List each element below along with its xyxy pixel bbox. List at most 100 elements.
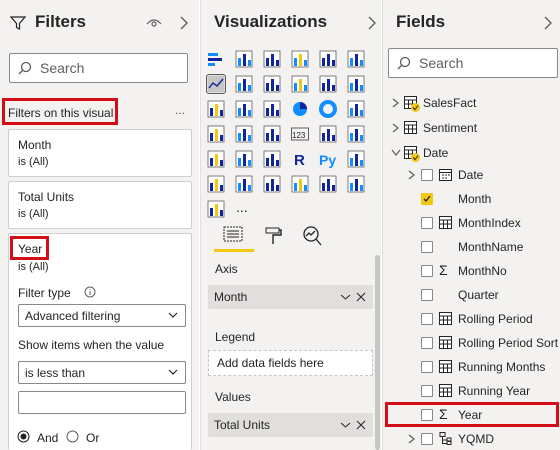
field-date[interactable]: Date <box>383 163 560 187</box>
pie-icon[interactable] <box>291 100 309 118</box>
kpi-icon[interactable] <box>347 125 365 143</box>
collapse-fields-chevron-icon[interactable] <box>543 16 553 30</box>
field-rolling-period-sort[interactable]: Rolling Period Sort <box>383 331 560 355</box>
100-column-icon[interactable] <box>347 50 365 68</box>
map-icon[interactable] <box>207 125 225 143</box>
qa-icon[interactable] <box>235 175 253 193</box>
values-field-well[interactable]: Total Units <box>208 413 373 437</box>
and-radio-selected[interactable] <box>17 430 30 443</box>
field-checkbox[interactable] <box>421 361 433 373</box>
waterfall-icon[interactable] <box>207 100 225 118</box>
filters-title: Filters <box>35 12 87 31</box>
arcgis-icon[interactable] <box>319 175 337 193</box>
field-checkbox[interactable] <box>421 169 433 181</box>
filter-card-total-units[interactable]: Total Units is (All) <box>8 181 192 229</box>
more-visuals-icon[interactable]: ... <box>235 199 253 218</box>
field-checkbox[interactable] <box>421 217 433 229</box>
field-checkbox[interactable] <box>421 337 433 349</box>
line-column-2-icon[interactable] <box>319 75 337 93</box>
narrative-icon[interactable] <box>263 175 281 193</box>
legend-drop-zone[interactable]: Add data fields here <box>208 350 373 376</box>
field-running-months[interactable]: Running Months <box>383 355 560 379</box>
field-checkbox[interactable] <box>421 289 433 301</box>
table-sentiment[interactable]: Sentiment <box>383 116 560 140</box>
scatter-icon[interactable] <box>263 100 281 118</box>
donut-icon[interactable] <box>319 100 337 118</box>
axis-field-well[interactable]: Month <box>208 285 373 309</box>
line-column-icon[interactable] <box>291 75 309 93</box>
funnel-icon[interactable] <box>235 100 253 118</box>
field-checkbox[interactable] <box>421 313 433 325</box>
filter-card-title: Year <box>18 242 43 256</box>
power-automate-icon[interactable] <box>207 200 225 218</box>
remove-x-icon[interactable] <box>356 292 366 302</box>
filter-type-dropdown[interactable]: Advanced filtering <box>18 304 186 327</box>
condition-value-input[interactable] <box>18 391 186 414</box>
card-icon[interactable]: 123 <box>291 125 309 143</box>
chevron-down-icon <box>168 369 178 375</box>
matrix-icon[interactable] <box>263 150 281 168</box>
chevron-down-icon[interactable] <box>340 420 351 430</box>
more-options-icon[interactable]: ... <box>175 103 185 117</box>
paginated-icon[interactable] <box>291 175 309 193</box>
format-paintroller-icon[interactable] <box>263 226 283 246</box>
100-bar-icon[interactable] <box>319 50 337 68</box>
filters-search-input[interactable]: Search <box>9 53 188 83</box>
clustered-bar-icon[interactable] <box>263 50 281 68</box>
collapse-filters-chevron-icon[interactable] <box>179 16 189 30</box>
multirow-card-icon[interactable] <box>319 125 337 143</box>
chevron-down-icon[interactable] <box>391 149 401 157</box>
line-chart-icon[interactable] <box>206 74 226 94</box>
treemap-icon[interactable] <box>347 100 365 118</box>
slicer-icon[interactable] <box>207 150 225 168</box>
decomposition-tree-icon[interactable] <box>207 175 225 193</box>
field-yqmd[interactable]: YQMD <box>383 427 560 450</box>
stacked-column-icon[interactable] <box>235 50 253 68</box>
field-checkbox[interactable] <box>421 265 433 277</box>
clustered-column-icon[interactable] <box>291 50 309 68</box>
python-visual-icon[interactable]: Py <box>319 150 337 168</box>
filled-map-icon[interactable] <box>235 125 253 143</box>
filter-card-year[interactable]: Year is (All) Filter type Advanced filte… <box>8 233 192 450</box>
fields-search-input[interactable]: Search <box>388 48 558 78</box>
field-rolling-period[interactable]: Rolling Period <box>383 307 560 331</box>
viz-scrollbar[interactable] <box>375 255 380 450</box>
table-date[interactable]: Date <box>383 141 560 165</box>
chevron-right-icon[interactable] <box>408 170 416 180</box>
field-monthname[interactable]: MonthName <box>383 235 560 259</box>
field-checkbox[interactable] <box>421 433 433 445</box>
field-running-year[interactable]: Running Year <box>383 379 560 403</box>
remove-x-icon[interactable] <box>356 420 366 430</box>
chevron-right-icon[interactable] <box>392 123 400 133</box>
power-apps-icon[interactable] <box>347 175 365 193</box>
stacked-bar-icon[interactable] <box>207 50 225 68</box>
field-quarter[interactable]: Quarter <box>383 283 560 307</box>
chevron-right-icon[interactable] <box>392 98 400 108</box>
sigma-icon: Σ <box>439 262 448 278</box>
table-icon[interactable] <box>235 150 253 168</box>
chevron-down-icon[interactable] <box>340 292 351 302</box>
fields-well-tab[interactable] <box>222 225 244 250</box>
gauge-icon[interactable] <box>263 125 281 143</box>
eye-icon[interactable] <box>146 17 162 29</box>
analytics-magnifier-icon[interactable] <box>301 225 323 247</box>
or-radio[interactable] <box>66 430 79 443</box>
area-chart-icon[interactable] <box>235 75 253 93</box>
collapse-viz-chevron-icon[interactable] <box>367 16 377 30</box>
condition-dropdown[interactable]: is less than <box>18 361 186 384</box>
field-month[interactable]: Month <box>383 187 560 211</box>
field-checkbox[interactable] <box>421 193 433 205</box>
field-monthindex[interactable]: MonthIndex <box>383 211 560 235</box>
filter-card-month[interactable]: Month is (All) <box>8 129 192 177</box>
chevron-right-icon[interactable] <box>408 434 416 444</box>
field-checkbox[interactable] <box>421 385 433 397</box>
search-icon <box>18 61 32 75</box>
stacked-area-icon[interactable] <box>263 75 281 93</box>
field-name: Running Months <box>458 360 546 374</box>
key-influencers-icon[interactable] <box>347 150 365 168</box>
field-monthno[interactable]: Σ MonthNo <box>383 259 560 283</box>
r-visual-icon[interactable]: R <box>291 150 309 169</box>
ribbon-icon[interactable] <box>347 75 365 93</box>
table-salesfact[interactable]: SalesFact <box>383 91 560 115</box>
field-checkbox[interactable] <box>421 241 433 253</box>
